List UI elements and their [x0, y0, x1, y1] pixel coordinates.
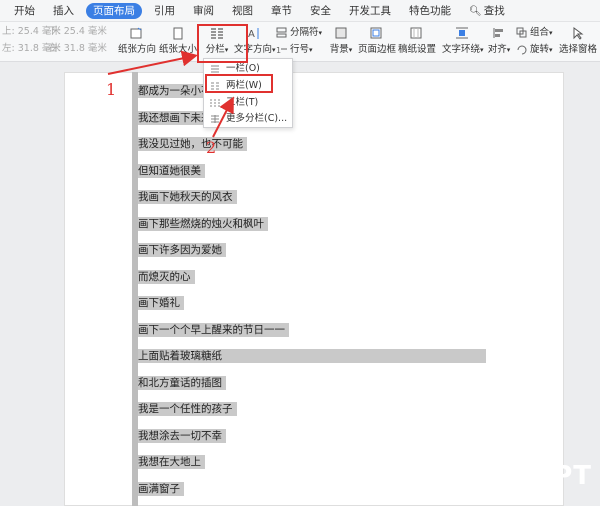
watermark: PT: [553, 461, 592, 491]
arrow-to-columns: [107, 50, 198, 75]
annotation-label-2: 2: [206, 138, 217, 157]
annotation-arrows: [107, 50, 234, 138]
arrow-to-two-columns: [212, 96, 234, 138]
annotation-label-1: 1: [106, 80, 117, 99]
